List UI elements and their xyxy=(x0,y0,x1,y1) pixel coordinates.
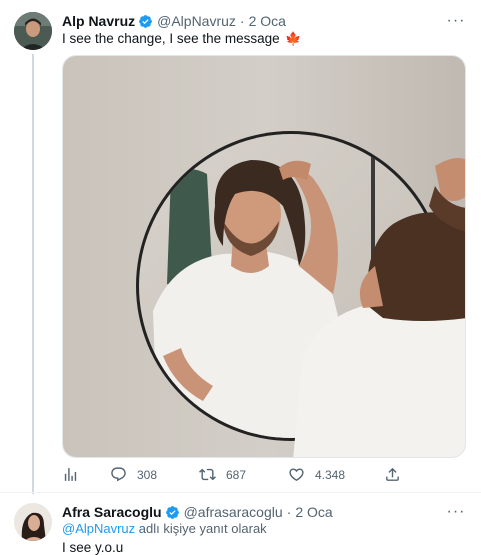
reply-date[interactable]: 2 Oca xyxy=(295,504,332,520)
like-count: 4.348 xyxy=(315,467,346,482)
tweet-text-body: I see the change, I see the message xyxy=(62,31,280,46)
reply-count: 308 xyxy=(137,467,158,482)
photo-illustration xyxy=(63,56,465,457)
like-button[interactable]: 4.348 xyxy=(288,466,345,483)
analytics-button[interactable] xyxy=(62,466,79,483)
replying-to-label: adlı kişiye yanıt olarak xyxy=(135,521,267,536)
maple-leaf-emoji: 🍁 xyxy=(285,31,302,46)
analytics-icon xyxy=(64,468,77,481)
reply-author-avatar[interactable] xyxy=(14,503,52,541)
reply-header: Afra Saracoglu @afrasaracoglu · 2 Oca xyxy=(62,503,333,521)
retweet-button[interactable]: 687 xyxy=(199,466,246,483)
tweet-header: Alp Navruz @AlpNavruz · 2 Oca xyxy=(62,12,286,30)
reply-icon xyxy=(111,467,126,482)
reply-text: I see y.o.u xyxy=(62,540,124,555)
thread-line xyxy=(32,54,34,494)
retweet-icon xyxy=(199,468,216,481)
more-icon[interactable]: ··· xyxy=(445,501,467,523)
tweet-text: I see the change, I see the message 🍁 xyxy=(62,30,302,48)
like-icon xyxy=(289,468,304,481)
tweet-actions: 308 687 4.348 xyxy=(62,466,466,486)
tweet-photo[interactable] xyxy=(62,55,466,458)
author-handle[interactable]: @AlpNavruz xyxy=(157,13,236,29)
reply-button[interactable]: 308 xyxy=(110,466,157,483)
reply-tweet[interactable]: Afra Saracoglu @afrasaracoglu · 2 Oca ··… xyxy=(0,492,481,555)
tweet-date[interactable]: 2 Oca xyxy=(249,13,286,29)
tweet[interactable]: Alp Navruz @AlpNavruz · 2 Oca ··· I see … xyxy=(0,0,481,494)
reply-author-name[interactable]: Afra Saracoglu xyxy=(62,504,162,520)
replying-to: @AlpNavruz adlı kişiye yanıt olarak xyxy=(62,521,267,536)
more-icon[interactable]: ··· xyxy=(445,10,467,32)
separator-dot: · xyxy=(239,13,245,29)
reply-mention-link[interactable]: @AlpNavruz xyxy=(62,521,135,536)
reply-author-handle[interactable]: @afrasaracoglu xyxy=(184,504,283,520)
retweet-count: 687 xyxy=(226,467,247,482)
author-avatar[interactable] xyxy=(14,12,52,50)
separator-dot: · xyxy=(286,504,292,520)
verified-badge-icon xyxy=(165,505,180,520)
verified-badge-icon xyxy=(138,14,153,29)
author-name[interactable]: Alp Navruz xyxy=(62,13,135,29)
share-button[interactable] xyxy=(384,466,401,483)
share-icon xyxy=(386,467,399,481)
